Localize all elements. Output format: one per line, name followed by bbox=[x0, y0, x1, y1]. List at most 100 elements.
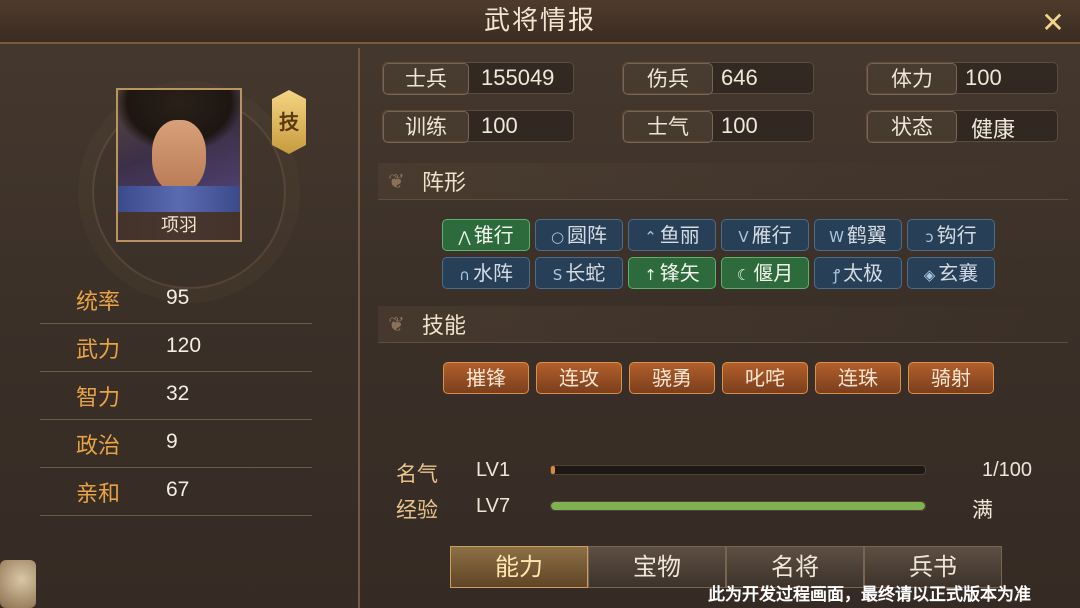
circle-icon: ○ bbox=[550, 228, 565, 246]
diamond-icon: ◈ bbox=[923, 266, 936, 284]
fame-bar-fill bbox=[551, 466, 555, 474]
formation-button[interactable]: ☾ 偃月 bbox=[721, 257, 809, 289]
arrow-icon: ↑ bbox=[644, 266, 657, 284]
formation-section-header: ❦ 阵形 bbox=[378, 163, 1068, 200]
arch-icon: ∩ bbox=[459, 266, 470, 284]
stat-label: 智力 bbox=[76, 386, 121, 411]
formation-button[interactable]: W 鹤翼 bbox=[814, 219, 902, 251]
morale-box: 士气 100 bbox=[622, 110, 814, 143]
stat-row-politics: 政治 9 bbox=[40, 420, 312, 468]
status-box: 状态 健康 bbox=[866, 110, 1058, 143]
exp-level: LV7 bbox=[476, 495, 511, 517]
stat-label: 亲和 bbox=[76, 482, 121, 507]
general-portrait[interactable]: 项羽 bbox=[116, 88, 242, 242]
development-footnote: 此为开发过程画面，最终请以正式版本为准 bbox=[708, 585, 1031, 605]
status-value: 健康 bbox=[971, 117, 1016, 142]
formation-section-title: 阵形 bbox=[422, 171, 467, 196]
training-value: 100 bbox=[481, 113, 518, 138]
skill-button[interactable]: 摧锋 bbox=[443, 362, 529, 394]
soldiers-value: 155049 bbox=[481, 65, 555, 90]
formation-label: 钩行 bbox=[936, 223, 977, 247]
stats-list: 统率 95 武力 120 智力 32 政治 9 亲和 67 bbox=[40, 276, 312, 516]
skill-button[interactable]: 骑射 bbox=[908, 362, 994, 394]
formation-label: 锥行 bbox=[473, 223, 514, 247]
formation-label: 锋矢 bbox=[659, 261, 700, 285]
stamina-box: 体力 100 bbox=[866, 62, 1058, 95]
stat-value: 9 bbox=[166, 430, 178, 453]
formation-label: 鱼丽 bbox=[659, 223, 700, 247]
formation-label: 鹤翼 bbox=[846, 223, 887, 247]
tab-ability[interactable]: 能力 bbox=[450, 546, 588, 588]
scroll-ornament-icon: ❦ bbox=[388, 312, 405, 336]
skill-tag-badge[interactable]: 技 bbox=[272, 90, 306, 154]
formation-button[interactable]: ⌃ 鱼丽 bbox=[628, 219, 716, 251]
stat-label: 政治 bbox=[76, 434, 121, 459]
hook-icon: ↄ bbox=[925, 228, 934, 246]
skill-section-header: ❦ 技能 bbox=[378, 306, 1068, 343]
stat-value: 120 bbox=[166, 334, 202, 357]
general-info-window: 武将情报 ✕ 项羽 技 统率 95 武力 120 智力 32 政治 9 亲和 6… bbox=[0, 0, 1080, 608]
formation-button[interactable]: ⋀ 锥行 bbox=[442, 219, 530, 251]
formation-button[interactable]: ∩ 水阵 bbox=[442, 257, 530, 289]
exp-bar bbox=[550, 501, 926, 511]
soldiers-label: 士兵 bbox=[383, 63, 469, 95]
general-name: 项羽 bbox=[118, 212, 240, 240]
formation-button[interactable]: S 长蛇 bbox=[535, 257, 623, 289]
formation-button[interactable]: V 雁行 bbox=[721, 219, 809, 251]
chevron-stack-icon: ⌃ bbox=[644, 228, 657, 246]
exp-bar-fill bbox=[551, 502, 925, 510]
skill-button[interactable]: 连珠 bbox=[815, 362, 901, 394]
skill-button[interactable]: 叱咤 bbox=[722, 362, 808, 394]
morale-value: 100 bbox=[721, 113, 758, 138]
stamina-label: 体力 bbox=[867, 63, 957, 95]
snake-icon: S bbox=[552, 266, 563, 284]
fame-bar bbox=[550, 465, 926, 475]
stat-row-charm: 亲和 67 bbox=[40, 468, 312, 516]
skill-button[interactable]: 骁勇 bbox=[629, 362, 715, 394]
formation-label: 偃月 bbox=[753, 261, 794, 285]
close-icon[interactable]: ✕ bbox=[1036, 6, 1070, 40]
skill-section-title: 技能 bbox=[422, 314, 467, 339]
formation-button[interactable]: ↄ 钩行 bbox=[907, 219, 995, 251]
exp-label: 经验 bbox=[396, 498, 438, 522]
stat-label: 统率 bbox=[76, 290, 121, 315]
formation-label: 太极 bbox=[843, 261, 884, 285]
formation-label: 水阵 bbox=[472, 261, 513, 285]
skill-button[interactable]: 连攻 bbox=[536, 362, 622, 394]
v-icon: V bbox=[738, 228, 749, 246]
formation-button[interactable]: ◈ 玄襄 bbox=[907, 257, 995, 289]
stat-row-command: 统率 95 bbox=[40, 276, 312, 324]
window-title: 武将情报 bbox=[483, 6, 596, 36]
status-label: 状态 bbox=[867, 111, 957, 143]
formation-label: 长蛇 bbox=[565, 261, 606, 285]
formation-button[interactable]: ○ 圆阵 bbox=[535, 219, 623, 251]
exp-value: 满 bbox=[972, 499, 993, 522]
crescent-icon: ☾ bbox=[736, 266, 751, 284]
morale-label: 士气 bbox=[623, 111, 713, 143]
formation-button[interactable]: ↑ 锋矢 bbox=[628, 257, 716, 289]
formation-label: 圆阵 bbox=[567, 223, 608, 247]
wounded-box: 伤兵 646 bbox=[622, 62, 814, 95]
stamina-value: 100 bbox=[965, 65, 1002, 90]
scroll-icon[interactable] bbox=[0, 560, 36, 608]
fame-value: 1/100 bbox=[982, 459, 1033, 481]
arrow-up-icon: ⋀ bbox=[458, 228, 471, 246]
tab-treasure[interactable]: 宝物 bbox=[588, 546, 726, 588]
formation-label: 雁行 bbox=[751, 223, 792, 247]
stat-value: 67 bbox=[166, 478, 190, 501]
stat-row-intelligence: 智力 32 bbox=[40, 372, 312, 420]
formation-button[interactable]: ꝭ 太极 bbox=[814, 257, 902, 289]
training-label: 训练 bbox=[383, 111, 469, 143]
stat-row-might: 武力 120 bbox=[40, 324, 312, 372]
stat-label: 武力 bbox=[76, 338, 121, 363]
taiji-icon: ꝭ bbox=[832, 266, 841, 284]
title-bar: 武将情报 ✕ bbox=[0, 0, 1080, 44]
soldiers-box: 士兵 155049 bbox=[382, 62, 574, 95]
fame-label: 名气 bbox=[396, 462, 438, 486]
fame-level: LV1 bbox=[476, 459, 511, 481]
stat-value: 95 bbox=[166, 286, 190, 309]
stat-value: 32 bbox=[166, 382, 190, 405]
w-icon: W bbox=[829, 228, 844, 246]
scroll-ornament-icon: ❦ bbox=[388, 169, 405, 193]
training-box: 训练 100 bbox=[382, 110, 574, 143]
